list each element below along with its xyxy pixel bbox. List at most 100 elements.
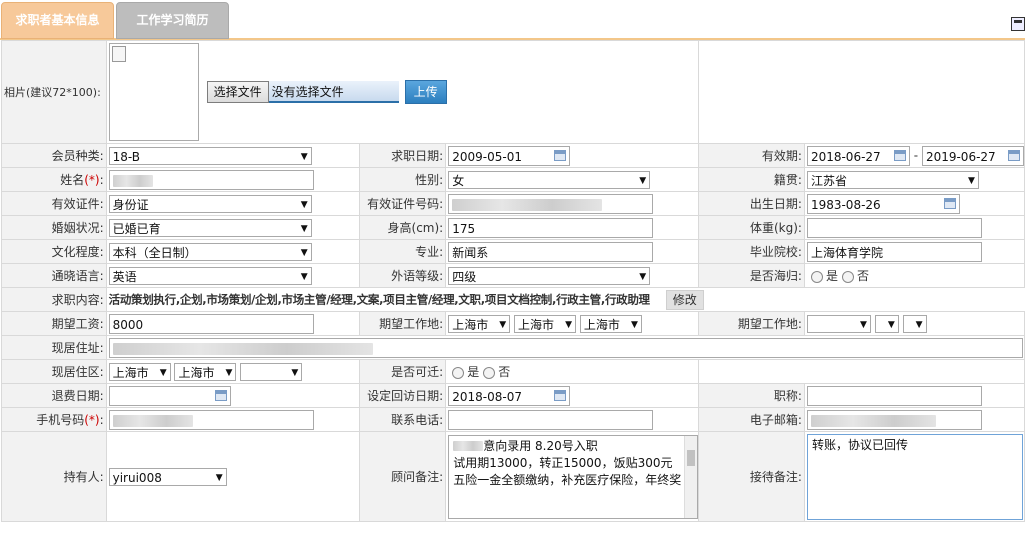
relocate-yes-label: 是 — [467, 365, 480, 379]
id-number-input[interactable] — [448, 193, 654, 214]
id-type-select[interactable]: 身份证 ▼ — [108, 194, 312, 213]
phone-label: 联系电话: — [359, 407, 447, 432]
validity-label: 有效期: — [698, 143, 805, 168]
major-label: 专业: — [359, 239, 447, 264]
salary-label: 期望工资: — [1, 311, 107, 336]
id-number-label: 有效证件号码: — [359, 191, 447, 216]
native-place-label: 籍贯: — [698, 167, 805, 192]
title-label: 职称: — [698, 383, 805, 408]
validity-from-input[interactable]: 2018-06-27 — [806, 145, 910, 166]
validity-separator: - — [913, 148, 919, 162]
phone-input[interactable] — [448, 409, 654, 430]
member-type-select[interactable]: 18-B ▼ — [108, 146, 312, 165]
consultant-note-textarea[interactable]: 意向录用 8.20号入职 试用期13000，转正15000，饭贴300元 五险一… — [448, 434, 698, 519]
work-place-2-city[interactable]: ▼ — [874, 314, 899, 333]
visit-date-label: 设定回访日期: — [359, 383, 447, 408]
weight-label: 体重(kg): — [698, 215, 805, 240]
name-label: 姓名(*): — [1, 167, 107, 192]
district-area[interactable]: ▼ — [240, 362, 303, 381]
birth-date-input[interactable]: 1983-08-26 — [806, 193, 960, 214]
intent-value: 活动策划执行,企划,市场策划/企划,市场主管/经理,文案,项目主管/经理,文职,… — [108, 292, 650, 306]
language-label: 通晓语言: — [1, 263, 107, 288]
scrollbar[interactable] — [684, 435, 698, 518]
title-input[interactable] — [806, 385, 982, 406]
major-input[interactable]: 新闻系 — [448, 241, 654, 262]
photo-label: 相片(建议72*100): — [1, 40, 107, 144]
relocate-label: 是否可迁: — [359, 359, 447, 384]
marital-status-select[interactable]: 已婚已育 ▼ — [108, 218, 312, 237]
file-status: 没有选择文件 — [268, 81, 399, 103]
work-place-1-province[interactable]: 上海市 ▼ — [448, 314, 511, 333]
school-label: 毕业院校: — [698, 239, 805, 264]
relocate-no-radio[interactable] — [483, 366, 496, 379]
overseas-yes-label: 是 — [825, 269, 838, 283]
salary-input[interactable]: 8000 — [108, 313, 314, 334]
mobile-input[interactable] — [108, 409, 314, 430]
overseas-label: 是否海归: — [698, 263, 805, 288]
relocate-no-label: 否 — [498, 365, 511, 379]
weight-input[interactable] — [806, 217, 982, 238]
job-date-input[interactable]: 2009-05-01 — [448, 145, 571, 166]
modify-intent-button[interactable]: 修改 — [665, 289, 704, 310]
intent-label: 求职内容: — [1, 287, 107, 312]
district-province[interactable]: 上海市 ▼ — [108, 362, 171, 381]
member-type-label: 会员种类: — [1, 143, 107, 168]
work-place-1-label: 期望工作地: — [359, 311, 447, 336]
work-place-2-district[interactable]: ▼ — [902, 314, 927, 333]
id-type-label: 有效证件: — [1, 191, 107, 216]
mobile-label: 手机号码(*): — [1, 407, 107, 432]
birth-date-label: 出生日期: — [698, 191, 805, 216]
marital-status-label: 婚姻状况: — [1, 215, 107, 240]
gender-label: 性别: — [359, 167, 447, 192]
calendar-icon[interactable] — [554, 149, 567, 161]
calendar-icon[interactable] — [943, 197, 956, 209]
work-place-2-province[interactable]: ▼ — [806, 314, 871, 333]
email-input[interactable] — [806, 409, 982, 430]
reception-note-textarea[interactable]: 转账，协议已回传 — [806, 433, 1023, 520]
calendar-icon[interactable] — [214, 389, 227, 401]
tab-basic-info[interactable]: 求职者基本信息 — [1, 2, 114, 39]
overseas-no-label: 否 — [856, 269, 869, 283]
school-input[interactable]: 上海体育学院 — [806, 241, 982, 262]
choose-file-button[interactable]: 选择文件 — [206, 81, 269, 103]
language-level-select[interactable]: 四级 ▼ — [448, 266, 651, 285]
language-level-label: 外语等级: — [359, 263, 447, 288]
height-label: 身高(cm): — [359, 215, 447, 240]
native-place-select[interactable]: 江苏省 ▼ — [806, 170, 979, 189]
calendar-icon[interactable] — [554, 389, 567, 401]
upload-button[interactable]: 上传 — [404, 80, 447, 104]
overseas-no-radio[interactable] — [841, 270, 854, 283]
validity-to-input[interactable]: 2019-06-27 — [921, 145, 1024, 166]
photo-placeholder — [108, 43, 199, 141]
work-place-1-district[interactable]: 上海市 ▼ — [579, 314, 642, 333]
tab-work-study-resume[interactable]: 工作学习简历 — [116, 2, 229, 39]
job-seeker-form: 相片(建议72*100): 选择文件 没有选择文件 上传 会员种类: 18-B ▼… — [1, 40, 1025, 522]
relocate-yes-radio[interactable] — [452, 366, 465, 379]
height-input[interactable]: 175 — [448, 217, 654, 238]
email-label: 电子邮箱: — [698, 407, 805, 432]
language-select[interactable]: 英语 ▼ — [108, 266, 312, 285]
education-select[interactable]: 本科（全日制） ▼ — [108, 242, 312, 261]
calendar-icon[interactable] — [893, 149, 906, 161]
address-input[interactable] — [108, 337, 1023, 358]
name-input[interactable] — [108, 169, 314, 190]
education-label: 文化程度: — [1, 239, 107, 264]
district-city[interactable]: 上海市 ▼ — [174, 362, 237, 381]
refund-date-input[interactable] — [108, 385, 231, 406]
overseas-yes-radio[interactable] — [810, 270, 823, 283]
work-place-1-city[interactable]: 上海市 ▼ — [514, 314, 577, 333]
owner-label: 持有人: — [1, 431, 107, 522]
print-icon[interactable] — [1011, 17, 1025, 31]
job-date-label: 求职日期: — [359, 143, 447, 168]
visit-date-input[interactable]: 2018-08-07 — [448, 385, 571, 406]
reception-note-label: 接待备注: — [698, 431, 805, 522]
consultant-note-label: 顾问备注: — [359, 431, 447, 522]
refund-date-label: 退费日期: — [1, 383, 107, 408]
tab-bar: 求职者基本信息 工作学习简历 — [0, 0, 1025, 40]
calendar-icon[interactable] — [1007, 149, 1020, 161]
address-label: 现居住址: — [1, 335, 107, 360]
gender-select[interactable]: 女 ▼ — [448, 170, 651, 189]
work-place-2-label: 期望工作地: — [698, 311, 805, 336]
district-label: 现居住区: — [1, 359, 107, 384]
owner-select[interactable]: yirui008 ▼ — [108, 467, 227, 486]
